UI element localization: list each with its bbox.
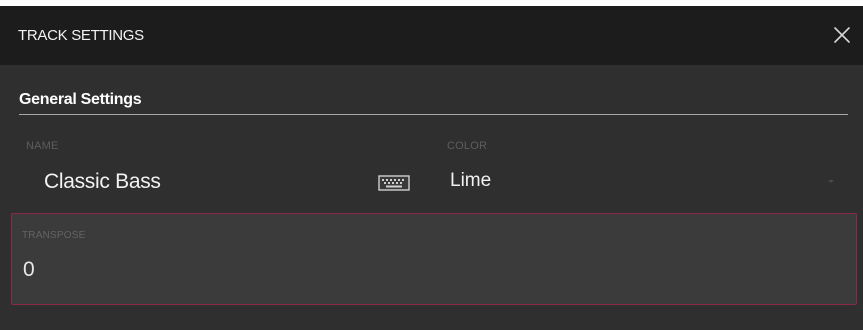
color-value: Lime bbox=[450, 170, 492, 191]
section-heading-general-settings: General Settings bbox=[19, 91, 142, 108]
keyboard-icon[interactable] bbox=[378, 175, 410, 191]
chevron-down-icon bbox=[828, 180, 834, 183]
color-label: COLOR bbox=[447, 140, 488, 152]
transpose-value: 0 bbox=[23, 258, 35, 281]
close-icon-glyph bbox=[834, 27, 850, 43]
close-icon[interactable] bbox=[830, 23, 854, 47]
keyboard-icon-glyph bbox=[378, 175, 410, 191]
name-value: Classic Bass bbox=[44, 170, 161, 193]
name-field[interactable]: Classic Bass bbox=[24, 158, 424, 204]
section-divider bbox=[19, 114, 848, 115]
transpose-field[interactable]: TRANSPOSE 0 bbox=[11, 213, 857, 305]
color-select[interactable]: Lime bbox=[440, 158, 848, 204]
title-bar: TRACK SETTINGS bbox=[0, 6, 863, 65]
dialog-title: TRACK SETTINGS bbox=[18, 27, 144, 44]
name-label: NAME bbox=[26, 140, 59, 152]
track-settings-dialog: TRACK SETTINGS General Settings NAME Cla… bbox=[0, 6, 863, 330]
transpose-label: TRANSPOSE bbox=[22, 230, 86, 241]
